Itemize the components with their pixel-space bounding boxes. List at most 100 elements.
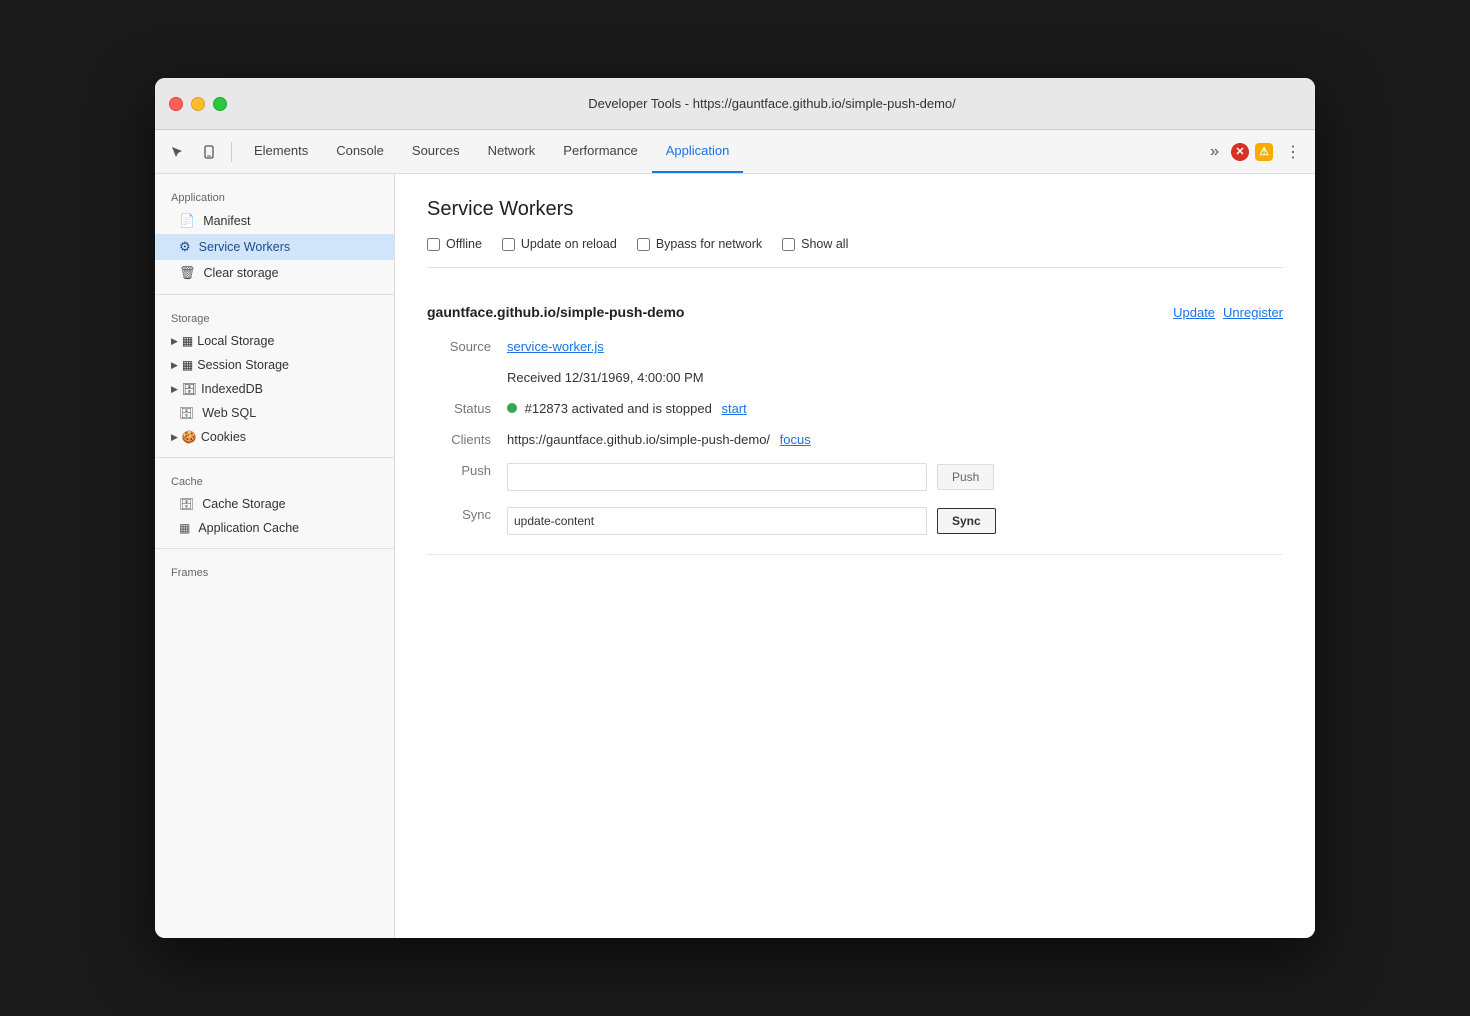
arrow-icon: ▶ [171,384,178,395]
main-layout: Application 📄 Manifest ⚙ Service Workers… [155,174,1315,938]
status-text: #12873 activated and is stopped [525,401,712,416]
indexeddb-icon: 🗄 [182,382,197,396]
clients-label: Clients [427,429,507,450]
offline-checkbox[interactable] [427,238,440,251]
sidebar-divider-3 [155,548,394,549]
tab-elements[interactable]: Elements [240,130,322,173]
received-value: Received 12/31/1969, 4:00:00 PM [507,367,1283,388]
tab-application[interactable]: Application [652,130,744,173]
sidebar-section-application: Application [155,182,394,208]
close-button[interactable] [169,97,183,111]
show-all-checkbox[interactable] [782,238,795,251]
sidebar-section-storage: Storage [155,303,394,329]
arrow-icon: ▶ [171,432,178,443]
source-value: service-worker.js [507,336,1283,357]
warn-icon: ⚠ [1259,145,1269,158]
sidebar-section-cache: Cache [155,466,394,492]
sw-options-row: Offline Update on reload Bypass for netw… [427,237,1283,268]
sync-label: Sync [427,504,507,538]
source-label: Source [427,336,507,357]
sidebar-item-cookies[interactable]: ▶ 🍪 Cookies [155,425,394,449]
devtools-menu-button[interactable]: ⋮ [1279,138,1307,166]
more-tabs-button[interactable]: » [1204,139,1225,165]
tab-network[interactable]: Network [474,130,550,173]
toolbar-right: » ✕ ⚠ ⋮ [1204,138,1307,166]
maximize-button[interactable] [213,97,227,111]
window-title: Developer Tools - https://gauntface.gith… [243,96,1301,111]
push-button[interactable]: Push [937,464,994,490]
page-title: Service Workers [427,198,1283,221]
sidebar-divider-1 [155,294,394,295]
bypass-for-network-checkbox-label[interactable]: Bypass for network [637,237,762,251]
error-icon: ✕ [1235,145,1244,158]
sidebar-item-clear-storage[interactable]: 🗑 Clear storage [155,260,394,286]
status-dot [507,403,517,413]
mobile-icon[interactable] [195,138,223,166]
sidebar-item-manifest[interactable]: 📄 Manifest [155,208,394,234]
start-link[interactable]: start [721,401,746,416]
traffic-lights [169,97,227,111]
source-file-link[interactable]: service-worker.js [507,339,604,354]
sidebar-item-application-cache[interactable]: ▦ Application Cache [155,516,394,540]
status-label: Status [427,398,507,419]
sync-value: Sync [507,504,1283,538]
show-all-checkbox-label[interactable]: Show all [782,237,848,251]
sidebar-section-frames: Frames [155,557,394,583]
arrow-icon: ▶ [171,360,178,371]
status-value: #12873 activated and is stopped start [507,398,1283,419]
tab-sources[interactable]: Sources [398,130,474,173]
titlebar: Developer Tools - https://gauntface.gith… [155,78,1315,130]
sw-details-table: Source service-worker.js Received 12/31/… [427,336,1283,538]
manifest-icon: 📄 [179,213,195,229]
web-sql-icon: 🗄 [179,406,194,420]
sw-actions: Update Unregister [1173,305,1283,320]
sw-header: gauntface.github.io/simple-push-demo Upd… [427,304,1283,320]
sidebar-item-local-storage[interactable]: ▶ ▦ Local Storage [155,329,394,353]
toolbar: Elements Console Sources Network Perform… [155,130,1315,174]
devtools-window: Developer Tools - https://gauntface.gith… [155,78,1315,938]
cache-storage-icon: 🗄 [179,497,194,511]
received-label [427,367,507,388]
local-storage-icon: ▦ [182,334,193,348]
minimize-button[interactable] [191,97,205,111]
clients-url: https://gauntface.github.io/simple-push-… [507,432,770,447]
clients-value: https://gauntface.github.io/simple-push-… [507,429,1283,450]
sync-button[interactable]: Sync [937,508,996,534]
bypass-for-network-checkbox[interactable] [637,238,650,251]
content-area: Service Workers Offline Update on reload… [395,174,1315,938]
trash-icon: 🗑 [179,265,196,281]
update-link[interactable]: Update [1173,305,1215,320]
push-input[interactable] [507,463,927,491]
sidebar: Application 📄 Manifest ⚙ Service Workers… [155,174,395,938]
sidebar-item-session-storage[interactable]: ▶ ▦ Session Storage [155,353,394,377]
tab-console[interactable]: Console [322,130,398,173]
gear-icon: ⚙ [179,239,191,255]
sync-row: Sync [507,507,1283,535]
push-label: Push [427,460,507,494]
warn-badge[interactable]: ⚠ [1255,143,1273,161]
app-cache-icon: ▦ [179,521,190,535]
sidebar-item-service-workers[interactable]: ⚙ Service Workers [155,234,394,260]
offline-checkbox-label[interactable]: Offline [427,237,482,251]
tab-performance[interactable]: Performance [549,130,651,173]
arrow-icon: ▶ [171,336,178,347]
push-value: Push [507,460,1283,494]
sidebar-item-indexeddb[interactable]: ▶ 🗄 IndexedDB [155,377,394,401]
focus-link[interactable]: focus [780,432,811,447]
push-row: Push [507,463,1283,491]
sidebar-divider-2 [155,457,394,458]
toolbar-tabs: Elements Console Sources Network Perform… [240,130,1200,173]
sidebar-item-cache-storage[interactable]: 🗄 Cache Storage [155,492,394,516]
update-on-reload-checkbox-label[interactable]: Update on reload [502,237,617,251]
cursor-icon[interactable] [163,138,191,166]
update-on-reload-checkbox[interactable] [502,238,515,251]
unregister-link[interactable]: Unregister [1223,305,1283,320]
toolbar-separator [231,142,232,162]
cookies-icon: 🍪 [182,430,197,444]
sw-origin: gauntface.github.io/simple-push-demo [427,304,684,320]
session-storage-icon: ▦ [182,358,193,372]
sw-entry: gauntface.github.io/simple-push-demo Upd… [427,288,1283,555]
sidebar-item-web-sql[interactable]: 🗄 Web SQL [155,401,394,425]
error-badge[interactable]: ✕ [1231,143,1249,161]
sync-input[interactable] [507,507,927,535]
